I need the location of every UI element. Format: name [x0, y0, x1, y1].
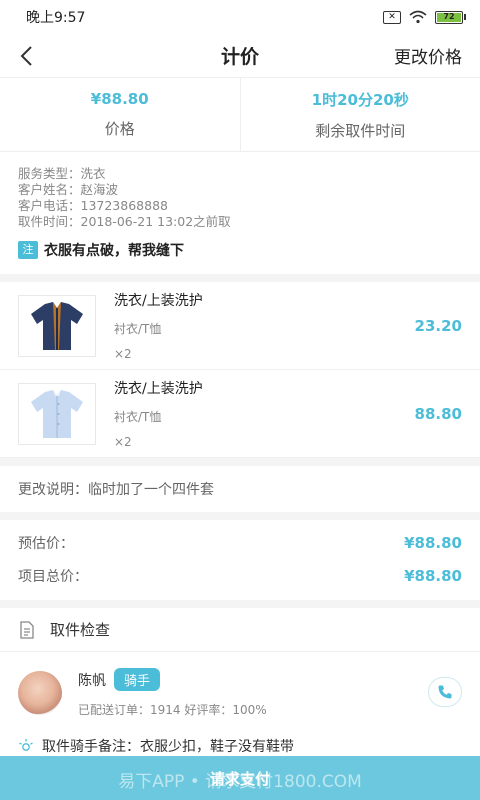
status-time: 晚上9:57: [26, 10, 86, 26]
total-price-value: ¥88.80: [404, 566, 462, 585]
shirt-image: [18, 382, 96, 445]
list-item[interactable]: 洗衣/上装洗护 衬衣/T恤 ×2 88.80: [0, 370, 480, 458]
item-price: 88.80: [414, 404, 462, 423]
change-price-button[interactable]: 更改价格: [394, 43, 462, 68]
request-payment-button[interactable]: 请求支付: [210, 768, 270, 789]
customer-name: 客户姓名：赵海波: [18, 182, 119, 197]
pickup-inspection-label: 取件检查: [50, 621, 111, 639]
status-icons: ✕ 72: [383, 10, 466, 24]
rider-stats: 已配送订单：1914 好评率：100%: [78, 703, 267, 717]
service-type: 服务类型：洗衣: [18, 166, 106, 181]
status-bar: 晚上9:57 ✕ 72: [0, 0, 480, 34]
pickup-time-summary: 1时20分20秒 剩余取件时间: [239, 78, 480, 151]
pickup-time: 取件时间：2018-06-21 13:02之前取: [18, 214, 231, 229]
document-icon: [20, 620, 34, 639]
item-price: 23.20: [414, 316, 462, 335]
back-arrow-icon[interactable]: [14, 42, 42, 70]
rider-badge: 骑手: [114, 668, 161, 691]
nav-bar: 计价 更改价格: [0, 34, 480, 78]
change-note: 更改说明：临时加了一个四件套: [0, 458, 480, 520]
item-title: 洗衣/上装洗护: [114, 381, 203, 397]
note-tag: 注: [18, 241, 38, 259]
page-title: 计价: [220, 46, 259, 68]
total-price-label: 项目总价：: [18, 568, 88, 585]
estimated-price-row: 预估价： ¥88.80: [18, 526, 462, 559]
jacket-image: [18, 294, 96, 357]
order-summary: ¥88.80 价格 1时20分20秒 剩余取件时间: [0, 78, 480, 152]
wifi-icon: [409, 10, 427, 24]
estimated-price-value: ¥88.80: [404, 533, 462, 552]
item-quantity: ×2: [114, 347, 132, 361]
total-price-row: 项目总价： ¥88.80: [18, 559, 462, 592]
call-button[interactable]: [428, 677, 462, 707]
price-breakdown: 预估价： ¥88.80 项目总价： ¥88.80: [0, 520, 480, 608]
sun-icon: [19, 739, 33, 751]
estimated-price-label: 预估价：: [18, 535, 74, 552]
customer-note: 注 衣服有点破，帮我缝下: [18, 240, 462, 274]
item-category: 衬衣/T恤: [114, 410, 162, 424]
note-text: 衣服有点破，帮我缝下: [44, 243, 184, 259]
order-info: 服务类型：洗衣 客户姓名：赵海波 客户电话：13723868888 取件时间：2…: [0, 152, 480, 282]
mute-icon: ✕: [383, 10, 401, 24]
rider-card: 陈帆 骑手 已配送订单：1914 好评率：100%: [0, 652, 480, 734]
avatar: [18, 671, 62, 715]
phone-icon: [438, 685, 452, 699]
battery-level: 72: [437, 12, 461, 22]
battery-icon: 72: [435, 10, 466, 24]
price-label: 价格: [104, 120, 135, 138]
price-summary: ¥88.80 价格: [0, 78, 240, 151]
rider-name: 陈帆: [78, 672, 106, 689]
remaining-time-value: 1时20分20秒: [311, 90, 409, 109]
rider-remark: 取件骑手备注：衣服少扣，鞋子没有鞋带: [0, 734, 480, 758]
item-title: 洗衣/上装洗护: [114, 293, 203, 309]
item-category: 衬衣/T恤: [114, 322, 162, 336]
price-value: ¥88.80: [90, 90, 149, 108]
pay-bar[interactable]: 请求支付: [0, 756, 480, 800]
rider-remark-text: 取件骑手备注：衣服少扣，鞋子没有鞋带: [42, 739, 294, 755]
pickup-inspection-row[interactable]: 取件检查: [0, 608, 480, 652]
item-quantity: ×2: [114, 435, 132, 449]
list-item[interactable]: 洗衣/上装洗护 衬衣/T恤 ×2 23.20: [0, 282, 480, 370]
customer-phone: 客户电话：13723868888: [18, 198, 168, 213]
remaining-time-label: 剩余取件时间: [315, 121, 406, 140]
